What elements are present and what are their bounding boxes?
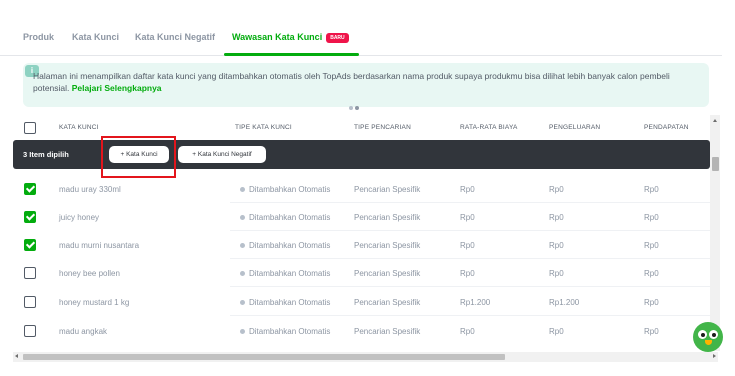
status-dot-icon [240,187,245,192]
search-type-cell: Pencarian Spesifik [354,298,421,307]
add-negative-keyword-button[interactable]: + Kata Kunci Negatif [178,146,266,163]
keyword-cell: madu murni nusantara [59,241,140,250]
toped-owl-icon[interactable] [693,322,723,352]
avg-cost-cell: Rp0 [460,241,475,250]
vertical-scroll-thumb[interactable] [712,157,719,171]
spend-cell: Rp0 [549,213,564,222]
highlight-box [101,136,176,178]
keyword-type-cell: Ditambahkan Otomatis [240,298,330,307]
tab-kata-kunci[interactable]: Kata Kunci [72,32,119,42]
header-keyword: KATA KUNCI [59,124,99,131]
keyword-type-cell: Ditambahkan Otomatis [240,241,330,250]
vertical-scrollbar[interactable] [710,115,720,351]
revenue-cell: Rp0 [644,298,659,307]
keyword-cell: madu uray 330ml [59,185,121,194]
spend-cell: Rp0 [549,269,564,278]
scroll-right-arrow-icon[interactable] [713,354,716,358]
info-banner: i Halaman ini menampilkan daftar kata ku… [23,63,709,110]
revenue-cell: Rp0 [644,269,659,278]
carousel-dot-active[interactable] [355,106,359,110]
row-divider [230,315,710,316]
keyword-type-cell: Ditambahkan Otomatis [240,269,330,278]
search-type-cell: Pencarian Spesifik [354,269,421,278]
spend-cell: Rp0 [549,241,564,250]
horizontal-scrollbar[interactable] [13,352,718,362]
spend-cell: Rp0 [549,185,564,194]
avg-cost-cell: Rp0 [460,213,475,222]
tab-produk[interactable]: Produk [23,32,54,42]
keyword-type-text: Ditambahkan Otomatis [249,269,331,278]
keyword-type-text: Ditambahkan Otomatis [249,327,331,336]
active-tab-indicator [224,53,359,56]
avg-cost-cell: Rp0 [460,327,475,336]
keyword-cell: madu angkak [59,327,108,336]
keyword-type-cell: Ditambahkan Otomatis [240,213,330,222]
search-type-cell: Pencarian Spesifik [354,185,421,194]
header-spend: PENGELUARAN [549,124,601,131]
row-checkbox[interactable] [24,296,36,308]
row-divider [230,286,710,287]
horizontal-scroll-thumb[interactable] [23,354,505,360]
selected-count: 3 Item dipilih [23,150,69,159]
keyword-type-text: Ditambahkan Otomatis [249,213,331,222]
mascot-right-eye [709,330,718,339]
row-checkbox[interactable] [24,211,36,223]
table-row: honey bee pollen Ditambahkan Otomatis Pe… [13,259,710,287]
status-dot-icon [240,329,245,334]
keyword-cell: honey mustard 1 kg [59,298,130,307]
table-row: juicy honey Ditambahkan Otomatis Pencari… [13,203,710,231]
spend-cell: Rp0 [549,327,564,336]
carousel-dots [349,97,361,115]
keyword-cell: juicy honey [59,213,100,222]
tab-kata-kunci-negatif[interactable]: Kata Kunci Negatif [135,32,215,42]
keyword-type-text: Ditambahkan Otomatis [249,185,331,194]
avg-cost-cell: Rp0 [460,185,475,194]
keyword-type-cell: Ditambahkan Otomatis [240,327,330,336]
table-row: madu angkak Ditambahkan Otomatis Pencari… [13,317,710,345]
search-type-cell: Pencarian Spesifik [354,327,421,336]
row-checkbox[interactable] [24,183,36,195]
scroll-left-arrow-icon[interactable] [15,354,18,358]
revenue-cell: Rp0 [644,327,659,336]
row-checkbox[interactable] [24,325,36,337]
status-dot-icon [240,271,245,276]
table-row: honey mustard 1 kg Ditambahkan Otomatis … [13,288,710,316]
header-revenue: PENDAPATAN [644,124,689,131]
search-type-cell: Pencarian Spesifik [354,213,421,222]
keyword-type-text: Ditambahkan Otomatis [249,241,331,250]
row-checkbox[interactable] [24,267,36,279]
keyword-type-cell: Ditambahkan Otomatis [240,185,330,194]
avg-cost-cell: Rp1.200 [460,298,491,307]
status-dot-icon [240,215,245,220]
status-dot-icon [240,300,245,305]
revenue-cell: Rp0 [644,241,659,250]
mascot-beak [705,340,712,345]
tab-wawasan-label: Wawasan Kata Kunci [232,32,323,42]
keyword-cell: honey bee pollen [59,269,120,278]
mascot-left-eye [698,330,707,339]
revenue-cell: Rp0 [644,213,659,222]
header-keyword-type: TIPE KATA KUNCI [235,124,292,131]
revenue-cell: Rp0 [644,185,659,194]
scroll-up-arrow-icon[interactable] [713,119,717,122]
spend-cell: Rp1.200 [549,298,580,307]
status-dot-icon [240,243,245,248]
keyword-type-text: Ditambahkan Otomatis [249,298,331,307]
tab-wawasan-kata-kunci[interactable]: Wawasan Kata Kunci BARU [232,32,349,43]
tab-bar: Produk Kata Kunci Kata Kunci Negatif Waw… [0,0,722,56]
carousel-dot[interactable] [349,106,353,110]
info-text: Halaman ini menampilkan daftar kata kunc… [33,70,703,94]
search-type-cell: Pencarian Spesifik [354,241,421,250]
avg-cost-cell: Rp0 [460,269,475,278]
new-badge: BARU [326,33,349,43]
table-row: madu murni nusantara Ditambahkan Otomati… [13,231,710,259]
header-search-type: TIPE PENCARIAN [354,124,411,131]
table-row: madu uray 330ml Ditambahkan Otomatis Pen… [13,175,710,203]
header-avg-cost: RATA-RATA BIAYA [460,124,518,131]
select-all-checkbox[interactable] [24,122,36,134]
learn-more-link[interactable]: Pelajari Selengkapnya [72,83,162,93]
row-checkbox[interactable] [24,239,36,251]
